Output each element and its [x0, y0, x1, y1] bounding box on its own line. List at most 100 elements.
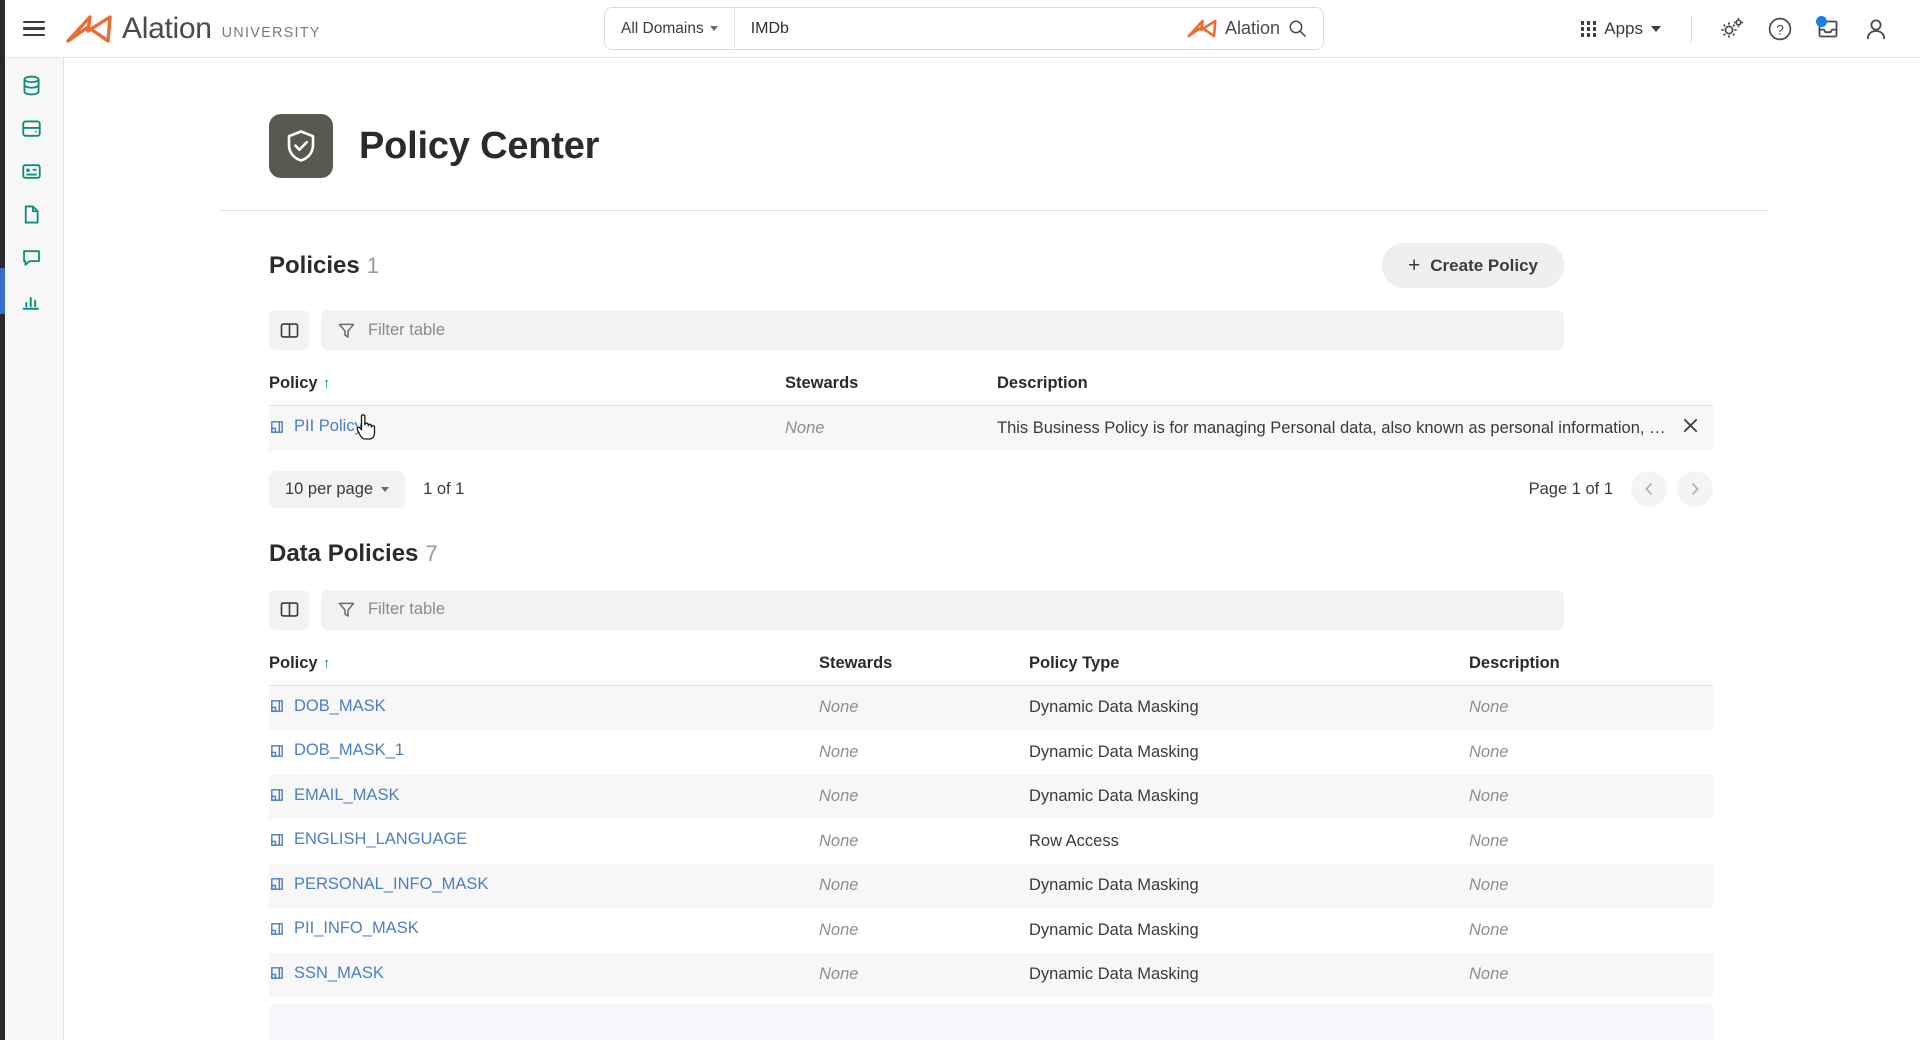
inbox-button[interactable] — [1804, 5, 1852, 53]
policy-link[interactable]: PII Policy — [269, 417, 363, 436]
per-page-selector[interactable]: 10 per page — [269, 470, 406, 508]
policy-document-icon — [271, 833, 283, 846]
policies-col-policy[interactable]: Policy ↑ — [269, 368, 785, 406]
close-icon[interactable] — [1682, 417, 1699, 439]
data-policies-col-stewards[interactable]: Stewards — [819, 647, 1029, 686]
main-content: Policy Center Policies1 + Create Policy — [64, 58, 1920, 1040]
domain-selector[interactable]: All Domains — [605, 8, 735, 49]
policies-cell-stewards: None — [785, 418, 825, 437]
funnel-icon — [338, 323, 355, 338]
table-row[interactable]: PII Policy None This Business Policy is … — [269, 405, 1713, 451]
policy-link[interactable]: PII_INFO_MASK — [269, 919, 419, 938]
hamburger-menu-icon[interactable] — [18, 13, 50, 45]
policy-link[interactable]: ENGLISH_LANGUAGE — [269, 830, 467, 849]
search-icon[interactable] — [1288, 19, 1307, 38]
sidebar-item-sources[interactable] — [12, 70, 52, 100]
create-policy-label: Create Policy — [1430, 255, 1538, 275]
data-policies-col-description[interactable]: Description — [1469, 647, 1713, 686]
sidebar-item-documents[interactable] — [12, 199, 52, 229]
data-policies-cell-type: Dynamic Data Masking — [1029, 698, 1199, 717]
data-policies-cell-description: None — [1469, 698, 1509, 717]
per-page-label: 10 per page — [285, 479, 374, 498]
chevron-down-icon — [1651, 26, 1661, 32]
chevron-left-icon — [1645, 483, 1652, 495]
sort-ascending-icon: ↑ — [322, 375, 331, 392]
table-row[interactable]: PERSONAL_INFO_MASK None Dynamic Data Maski… — [269, 863, 1713, 909]
bottom-panel-peek — [269, 1004, 1713, 1040]
data-policies-cell-type: Row Access — [1029, 831, 1119, 850]
policy-link[interactable]: DOB_MASK_1 — [269, 741, 404, 760]
card-grid-icon — [22, 163, 41, 179]
data-policies-cell-type: Dynamic Data Masking — [1029, 787, 1199, 806]
policy-document-icon — [271, 878, 283, 890]
policy-link[interactable]: DOB_MASK — [269, 697, 386, 716]
data-policies-filter-placeholder: Filter table — [368, 600, 446, 618]
table-row[interactable]: DOB_MASK_1 None Dynamic Data Masking None — [269, 730, 1713, 775]
data-policies-cell-policy: PERSONAL_INFO_MASK — [269, 864, 819, 909]
search-brand-badge: Alation — [1187, 18, 1323, 39]
header-divider — [219, 210, 1769, 211]
policies-section-header: Policies 1 + Create Policy — [269, 243, 1564, 288]
create-policy-button[interactable]: + Create Policy — [1382, 243, 1564, 288]
svg-text:?: ? — [1776, 21, 1784, 37]
table-row[interactable]: PII_INFO_MASK None Dynamic Data Masking Non… — [269, 908, 1713, 953]
data-policies-col-policy[interactable]: Policy ↑ — [269, 647, 819, 686]
table-row[interactable]: EMAIL_MASK None Dynamic Data Masking None — [269, 774, 1713, 819]
policies-description-text: This Business Policy is for managing Per… — [997, 418, 1713, 437]
search-input[interactable] — [734, 8, 1187, 49]
data-policies-cell-policy: SSN_MASK — [269, 953, 819, 998]
archive-box-icon — [22, 119, 41, 137]
document-icon — [24, 205, 39, 223]
data-policies-col-type[interactable]: Policy Type — [1029, 647, 1469, 686]
policy-link-label: DOB_MASK_1 — [294, 741, 405, 759]
policy-link[interactable]: EMAIL_MASK — [269, 786, 399, 805]
policies-pagination-right: Page 1 of 1 — [1529, 471, 1713, 507]
policies-toolbar: Filter table — [269, 310, 1564, 350]
data-policies-cell-policy: DOB_MASK_1 — [269, 730, 819, 775]
help-button[interactable]: ? — [1756, 5, 1804, 53]
policy-link-label: PERSONAL_INFO_MASK — [294, 874, 489, 893]
data-policies-section: Data Policies 7 Filter table Policy ↑ St… — [64, 540, 1713, 997]
left-sidebar — [0, 58, 64, 1040]
table-row[interactable]: DOB_MASK None Dynamic Data Masking None — [269, 685, 1713, 730]
policy-link-label: PII Policy — [294, 417, 363, 435]
policy-link[interactable]: PERSONAL_INFO_MASK — [269, 875, 488, 894]
data-policies-cell-stewards: None — [819, 787, 859, 806]
data-policies-heading: Data Policies 7 — [269, 540, 438, 568]
data-policies-cell-stewards: None — [819, 920, 859, 939]
data-policies-cell-type: Dynamic Data Masking — [1029, 965, 1199, 984]
page-title: Policy Center — [359, 124, 600, 167]
data-policies-filter-input[interactable]: Filter table — [321, 589, 1564, 630]
policies-col-description[interactable]: Description — [997, 368, 1713, 406]
policy-link[interactable]: SSN_MASK — [269, 964, 384, 983]
policy-document-icon — [271, 420, 283, 433]
policy-document-icon — [271, 789, 283, 801]
previous-page-button[interactable] — [1631, 471, 1667, 507]
sidebar-item-analytics[interactable] — [12, 285, 52, 315]
table-row[interactable]: SSN_MASK None Dynamic Data Masking None — [269, 952, 1713, 998]
sidebar-item-conversations[interactable] — [12, 242, 52, 272]
data-policies-columns-button[interactable] — [269, 589, 309, 630]
policies-filter-input[interactable]: Filter table — [321, 310, 1564, 350]
table-row[interactable]: ENGLISH_LANGUAGE None Row Access None — [269, 819, 1713, 864]
window-edge-strip — [0, 0, 5, 1040]
data-policies-cell-stewards: None — [819, 965, 859, 984]
apps-menu-button[interactable]: Apps — [1567, 19, 1675, 39]
plus-icon: + — [1408, 254, 1421, 277]
data-policies-cell-type: Dynamic Data Masking — [1029, 920, 1199, 939]
sidebar-item-dashboards[interactable] — [12, 156, 52, 186]
policies-columns-button[interactable] — [269, 310, 309, 350]
domain-selector-label: All Domains — [621, 19, 704, 37]
brand-logo-group[interactable]: Alation UNIVERSITY — [66, 13, 321, 44]
account-button[interactable] — [1852, 5, 1900, 53]
policies-table: Policy ↑ Stewards Description PII Policy… — [269, 368, 1713, 451]
apps-menu-label: Apps — [1604, 19, 1643, 38]
policies-cell-description: This Business Policy is for managing Per… — [997, 406, 1713, 451]
next-page-button[interactable] — [1677, 471, 1713, 507]
top-navigation-bar: Alation UNIVERSITY All Domains Alation A… — [0, 0, 1920, 58]
policies-section: Policies1 + Create Policy Filter table — [64, 243, 1713, 508]
policies-col-stewards[interactable]: Stewards — [785, 368, 997, 406]
sidebar-item-catalog[interactable] — [12, 113, 52, 143]
settings-button[interactable] — [1708, 5, 1756, 53]
policy-link-label: DOB_MASK — [294, 696, 386, 715]
